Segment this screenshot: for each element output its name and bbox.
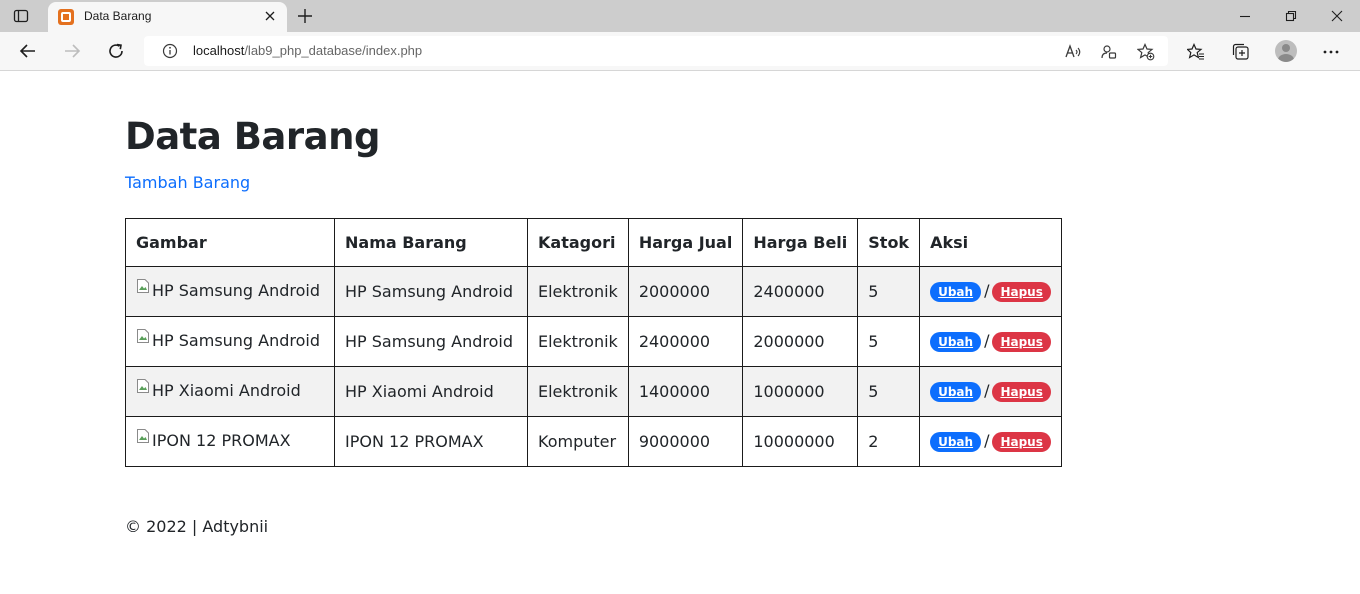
- cell-harga-jual: 2400000: [627, 316, 744, 367]
- page-footer: © 2022 | Adtybnii: [125, 517, 269, 536]
- page-title: Data Barang: [125, 115, 380, 158]
- broken-image-icon: [136, 428, 150, 444]
- action-separator: /: [984, 431, 990, 450]
- column-header-gambar: Gambar: [125, 218, 335, 267]
- ubah-button[interactable]: Ubah: [930, 382, 982, 402]
- cell-gambar: HP Samsung Android: [125, 266, 335, 317]
- cell-nama-barang: HP Samsung Android: [334, 266, 528, 317]
- cell-nama-barang: HP Xiaomi Android: [334, 366, 528, 417]
- column-header-kategori: Katagori: [527, 218, 629, 267]
- table-row: HP Samsung Android HP Samsung Android El…: [125, 316, 1062, 367]
- url-path: /lab9_php_database/index.php: [244, 43, 423, 58]
- browser-tab-active[interactable]: Data Barang: [48, 2, 287, 32]
- cell-gambar: HP Samsung Android: [125, 316, 335, 367]
- address-bar[interactable]: localhost/lab9_php_database/index.php: [144, 36, 1168, 66]
- column-header-nama-barang: Nama Barang: [334, 218, 528, 267]
- broken-image-icon: [136, 278, 150, 294]
- minimize-icon[interactable]: [1235, 6, 1255, 26]
- image-alt-text: HP Samsung Android: [152, 330, 321, 350]
- cell-stok: 2: [857, 416, 921, 467]
- table-row: HP Xiaomi Android HP Xiaomi Android Elek…: [125, 366, 1062, 417]
- back-arrow-icon[interactable]: [17, 40, 39, 62]
- restore-icon[interactable]: [1281, 6, 1301, 26]
- tab-actions-icon[interactable]: [12, 7, 30, 25]
- more-options-icon[interactable]: [1320, 41, 1342, 63]
- page-content: Data Barang Tambah Barang Gambar Nama Ba…: [0, 71, 1360, 594]
- cell-harga-jual: 9000000: [627, 416, 744, 467]
- table-row: IPON 12 PROMAX IPON 12 PROMAX Komputer 9…: [125, 416, 1062, 467]
- cell-stok: 5: [857, 366, 921, 417]
- cell-harga-beli: 2400000: [742, 266, 859, 317]
- new-tab-icon[interactable]: [295, 6, 315, 26]
- broken-image-icon: [136, 378, 150, 394]
- ubah-button[interactable]: Ubah: [930, 282, 982, 302]
- column-header-aksi: Aksi: [919, 218, 1062, 267]
- ubah-button[interactable]: Ubah: [930, 432, 982, 452]
- product-image: IPON 12 PROMAX: [136, 428, 291, 450]
- hapus-button[interactable]: Hapus: [992, 332, 1051, 352]
- cell-aksi: Ubah / Hapus: [919, 316, 1062, 367]
- image-alt-text: HP Xiaomi Android: [152, 380, 301, 400]
- hapus-button[interactable]: Hapus: [992, 432, 1051, 452]
- cell-harga-jual: 2000000: [627, 266, 744, 317]
- action-separator: /: [984, 331, 990, 350]
- tab-title: Data Barang: [84, 9, 152, 23]
- table-header-row: Gambar Nama Barang Katagori Harga Jual H…: [125, 218, 1062, 267]
- cell-kategori: Elektronik: [527, 316, 629, 367]
- refresh-icon[interactable]: [105, 40, 127, 62]
- action-separator: /: [984, 381, 990, 400]
- broken-image-icon: [136, 328, 150, 344]
- table-row: HP Samsung Android HP Samsung Android El…: [125, 266, 1062, 317]
- cell-harga-beli: 2000000: [742, 316, 859, 367]
- cell-stok: 5: [857, 266, 921, 317]
- column-header-harga-beli: Harga Beli: [742, 218, 859, 267]
- forward-arrow-icon[interactable]: [61, 40, 83, 62]
- cell-stok: 5: [857, 316, 921, 367]
- cell-gambar: HP Xiaomi Android: [125, 366, 335, 417]
- product-image: HP Samsung Android: [136, 328, 321, 350]
- image-alt-text: IPON 12 PROMAX: [152, 430, 291, 450]
- cell-aksi: Ubah / Hapus: [919, 416, 1062, 467]
- cell-kategori: Elektronik: [527, 266, 629, 317]
- add-favorite-icon[interactable]: [1136, 42, 1156, 62]
- cell-nama-barang: HP Samsung Android: [334, 316, 528, 367]
- close-window-icon[interactable]: [1327, 6, 1347, 26]
- cell-kategori: Elektronik: [527, 366, 629, 417]
- cell-aksi: Ubah / Hapus: [919, 366, 1062, 417]
- browser-toolbar: localhost/lab9_php_database/index.php: [0, 32, 1360, 71]
- cell-harga-beli: 10000000: [742, 416, 859, 467]
- site-info-icon[interactable]: [162, 43, 178, 59]
- cell-gambar: IPON 12 PROMAX: [125, 416, 335, 467]
- hapus-button[interactable]: Hapus: [992, 382, 1051, 402]
- xampp-favicon-icon: [58, 9, 74, 25]
- hapus-button[interactable]: Hapus: [992, 282, 1051, 302]
- data-barang-table: Gambar Nama Barang Katagori Harga Jual H…: [125, 218, 1062, 467]
- image-alt-text: HP Samsung Android: [152, 280, 321, 300]
- action-separator: /: [984, 281, 990, 300]
- product-image: HP Samsung Android: [136, 278, 321, 300]
- url-text[interactable]: localhost/lab9_php_database/index.php: [193, 43, 422, 58]
- browser-tab-strip: Data Barang: [0, 0, 1360, 32]
- column-header-stok: Stok: [857, 218, 921, 267]
- cell-nama-barang: IPON 12 PROMAX: [334, 416, 528, 467]
- column-header-harga-jual: Harga Jual: [627, 218, 744, 267]
- cell-harga-beli: 1000000: [742, 366, 859, 417]
- collections-icon[interactable]: [1230, 41, 1252, 63]
- ubah-button[interactable]: Ubah: [930, 332, 982, 352]
- url-host: localhost: [193, 43, 245, 58]
- close-tab-icon[interactable]: [261, 7, 279, 25]
- cell-kategori: Komputer: [527, 416, 629, 467]
- cell-harga-jual: 1400000: [627, 366, 744, 417]
- cell-aksi: Ubah / Hapus: [919, 266, 1062, 317]
- site-permissions-icon[interactable]: [1099, 42, 1119, 62]
- product-image: HP Xiaomi Android: [136, 378, 301, 400]
- profile-avatar-icon[interactable]: [1275, 40, 1297, 62]
- tambah-barang-link[interactable]: Tambah Barang: [125, 173, 250, 192]
- read-aloud-icon[interactable]: [1063, 42, 1083, 62]
- favorites-icon[interactable]: [1185, 41, 1207, 63]
